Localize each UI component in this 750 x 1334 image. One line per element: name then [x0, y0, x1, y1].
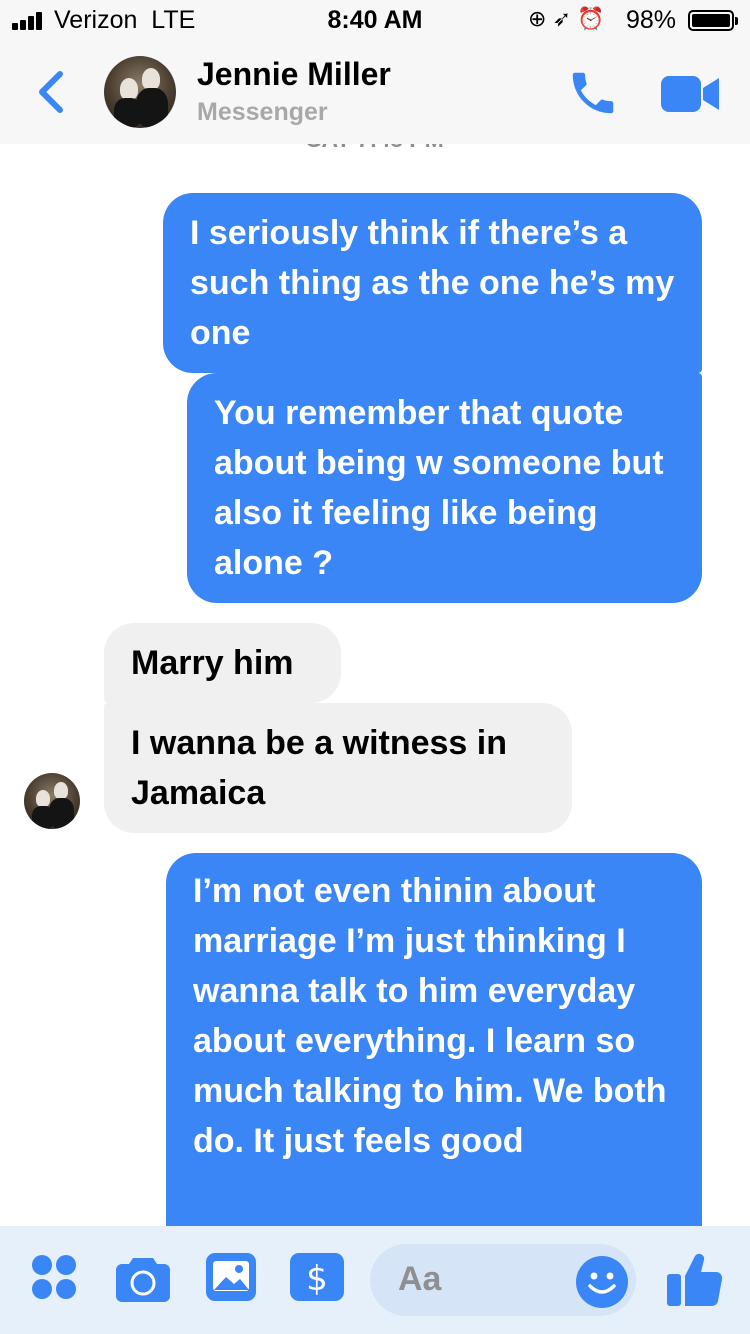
- more-actions-button[interactable]: [32, 1255, 78, 1301]
- status-bar: Verizon LTE 8:40 AM ⊕ ➶ ⏰ 98%: [0, 0, 750, 40]
- voice-call-button[interactable]: [566, 66, 620, 120]
- dollar-icon: $: [290, 1253, 344, 1301]
- sender-avatar[interactable]: [24, 773, 80, 829]
- contact-name[interactable]: Jennie Miller: [197, 56, 391, 93]
- thumbs-up-icon: [667, 1253, 723, 1307]
- message-input-placeholder: Aa: [398, 1260, 442, 1298]
- like-button[interactable]: [665, 1250, 723, 1308]
- outgoing-message[interactable]: You remember that quote about being w so…: [187, 373, 702, 603]
- svg-text:$: $: [306, 1259, 328, 1299]
- rotation-lock-icon: ⊕: [528, 6, 547, 31]
- video-camera-icon: [661, 76, 719, 112]
- emoji-button[interactable]: [576, 1256, 628, 1308]
- phone-icon: [572, 72, 614, 114]
- back-button[interactable]: [34, 68, 70, 116]
- status-icons: ⊕ ➶ ⏰: [528, 6, 605, 32]
- chevron-left-icon: [39, 71, 63, 113]
- incoming-message[interactable]: Marry him: [104, 623, 341, 703]
- outgoing-message[interactable]: I seriously think if there’s a such thin…: [163, 193, 702, 373]
- location-icon: ➶: [552, 6, 571, 31]
- photo-icon: [206, 1253, 256, 1301]
- contact-avatar[interactable]: [104, 56, 176, 128]
- camera-button[interactable]: [116, 1254, 170, 1302]
- battery-percent: 98%: [626, 6, 677, 34]
- payment-button[interactable]: $: [290, 1253, 344, 1301]
- incoming-message[interactable]: I wanna be a witness in Jamaica: [104, 703, 572, 833]
- photo-button[interactable]: [206, 1253, 256, 1301]
- camera-icon: [116, 1258, 170, 1302]
- conversation-header: Jennie Miller Messenger: [0, 40, 750, 144]
- battery-icon: [688, 10, 738, 31]
- message-composer: $ Aa: [0, 1226, 750, 1334]
- video-call-button[interactable]: [661, 76, 719, 112]
- contact-subtitle: Messenger: [197, 98, 328, 126]
- alarm-icon: ⏰: [577, 6, 605, 31]
- smiley-icon: [576, 1256, 628, 1308]
